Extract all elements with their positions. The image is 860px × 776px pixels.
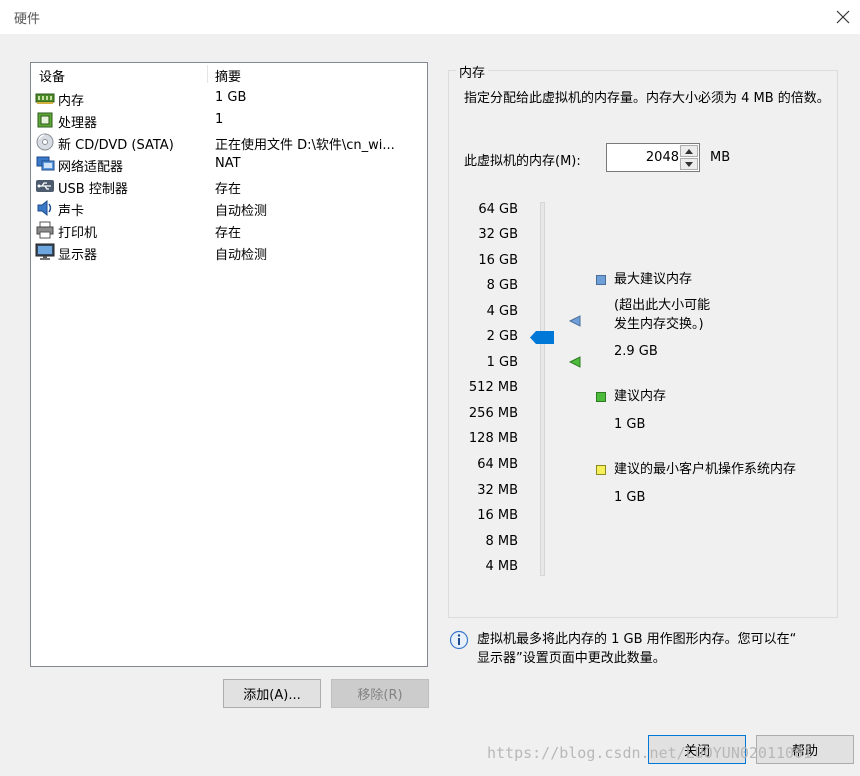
max-recommended-marker [569, 315, 581, 327]
network-adapter-icon [36, 156, 55, 171]
info-icon [449, 630, 469, 650]
device-list-header: 设备 摘要 [31, 63, 427, 85]
device-summary: 1 [215, 112, 224, 127]
close-window-button[interactable] [832, 6, 854, 28]
device-row-printer[interactable]: 打印机 存在 [31, 219, 427, 241]
remove-device-button[interactable]: 移除(R) [331, 679, 429, 708]
column-divider [207, 65, 208, 83]
printer-icon [36, 221, 54, 239]
device-summary: NAT [215, 156, 241, 171]
chevron-up-icon [685, 148, 693, 154]
column-header-summary[interactable]: 摘要 [215, 66, 241, 85]
device-row-memory[interactable]: 内存 1 GB [31, 87, 427, 109]
device-name: 新 CD/DVD (SATA) [58, 138, 174, 153]
memory-group-title: 内存 [456, 62, 489, 81]
device-name: 内存 [58, 94, 85, 109]
min-guest-legend-icon [596, 465, 606, 475]
memory-slider-track[interactable] [540, 202, 545, 576]
info-line: 虚拟机最多将此内存的 1 GB 用作图形内存。您可以在“ [477, 632, 797, 647]
max-recommended-legend-icon [596, 275, 606, 285]
device-summary: 正在使用文件 D:\软件\cn_wi... [215, 138, 395, 153]
max-recommended-value: 2.9 GB [614, 344, 658, 359]
window-title: 硬件 [14, 12, 41, 27]
max-recommended-note: (超出此大小可能 [614, 298, 711, 313]
add-device-button[interactable]: 添加(A)... [223, 679, 321, 708]
graphics-memory-note: 虚拟机最多将此内存的 1 GB 用作图形内存。您可以在“ 显示器”设置页面中更改… [477, 630, 847, 668]
scale-label: 512 MB [468, 380, 518, 395]
scale-label: 64 GB [478, 202, 518, 217]
title-bar: 硬件 [0, 0, 860, 34]
scale-label: 4 GB [486, 304, 518, 319]
device-row-network[interactable]: 网络适配器 NAT [31, 153, 427, 175]
device-name: 声卡 [58, 204, 85, 219]
watermark: https://blog.csdn.net/LUOYUN02011001 [487, 744, 813, 762]
info-line: 显示器”设置页面中更改此数量。 [477, 651, 666, 666]
max-recommended-note: 发生内存交换。) [614, 317, 704, 332]
memory-description: 指定分配给此虚拟机的内存量。内存大小必须为 4 MB 的倍数。 [464, 91, 830, 106]
recommended-title: 建议内存 [614, 389, 667, 404]
scale-label: 64 MB [477, 457, 518, 472]
device-name: 打印机 [58, 226, 98, 241]
device-list[interactable]: 设备 摘要 内存 1 GB 处理器 1 新 CD/DVD (SATA) 正在使用… [30, 62, 428, 667]
memory-slider-thumb[interactable] [530, 331, 554, 344]
scale-label: 16 GB [478, 253, 518, 268]
decrement-button[interactable] [680, 158, 698, 170]
scale-label: 32 GB [478, 227, 518, 242]
close-icon [836, 10, 850, 24]
recommended-legend-icon [596, 392, 606, 402]
device-summary: 自动检测 [215, 204, 268, 219]
device-name: USB 控制器 [58, 182, 128, 197]
recommended-value: 1 GB [614, 417, 646, 432]
chevron-down-icon [685, 161, 693, 167]
device-row-display[interactable]: 显示器 自动检测 [31, 241, 427, 263]
memory-unit-label: MB [710, 150, 731, 165]
device-name: 处理器 [58, 116, 98, 131]
min-guest-title: 建议的最小客户机操作系统内存 [614, 462, 797, 477]
sound-card-icon [37, 199, 52, 217]
device-summary: 存在 [215, 182, 242, 197]
cd-dvd-icon [36, 133, 54, 151]
usb-icon [36, 180, 54, 192]
device-summary: 存在 [215, 226, 242, 241]
column-header-device[interactable]: 设备 [39, 66, 65, 85]
scale-label: 256 MB [468, 406, 518, 421]
recommended-marker [569, 356, 581, 368]
memory-icon [35, 93, 55, 104]
scale-label: 2 GB [486, 329, 518, 344]
device-row-sound[interactable]: 声卡 自动检测 [31, 197, 427, 219]
max-recommended-title: 最大建议内存 [614, 272, 693, 287]
memory-input[interactable] [609, 147, 679, 167]
device-name: 网络适配器 [58, 160, 124, 175]
device-summary: 1 GB [215, 90, 247, 105]
device-row-processor[interactable]: 处理器 1 [31, 109, 427, 131]
min-guest-value: 1 GB [614, 490, 646, 505]
processor-icon [37, 112, 53, 128]
scale-label: 16 MB [477, 508, 518, 523]
scale-label: 4 MB [485, 559, 518, 574]
increment-button[interactable] [680, 145, 698, 157]
scale-label: 8 GB [486, 278, 518, 293]
memory-spinbox [606, 143, 700, 172]
device-summary: 自动检测 [215, 248, 268, 263]
scale-label: 8 MB [485, 534, 518, 549]
device-row-usb[interactable]: USB 控制器 存在 [31, 175, 427, 197]
display-icon [35, 243, 55, 260]
scale-label: 1 GB [486, 355, 518, 370]
scale-label: 32 MB [477, 483, 518, 498]
scale-label: 128 MB [468, 431, 518, 446]
memory-field-label: 此虚拟机的内存(M): [464, 154, 581, 169]
device-name: 显示器 [58, 248, 98, 263]
device-row-cd-dvd[interactable]: 新 CD/DVD (SATA) 正在使用文件 D:\软件\cn_wi... [31, 131, 427, 153]
